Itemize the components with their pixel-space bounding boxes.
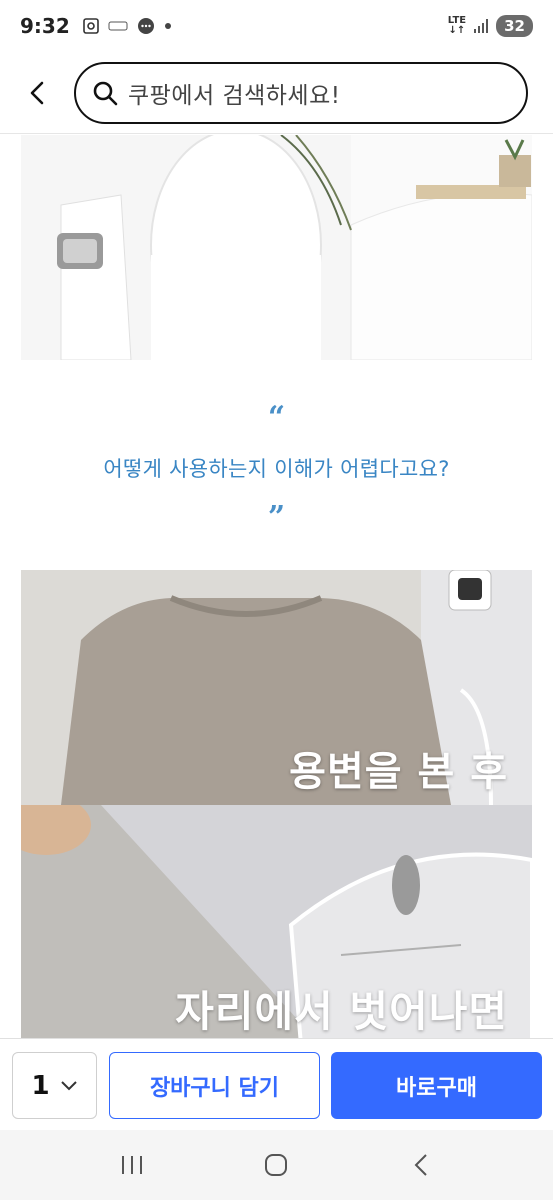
network-type-label: LTE ↓↑ bbox=[447, 15, 467, 36]
leave-seat-caption: 자리에서 벗어나면 bbox=[175, 987, 508, 1036]
system-back-button[interactable] bbox=[391, 1135, 451, 1195]
back-icon bbox=[414, 1154, 427, 1176]
status-right-icons: LTE ↓↑ 32 bbox=[448, 15, 533, 37]
quantity-value: 1 bbox=[31, 1070, 50, 1101]
quantity-select[interactable]: 1 bbox=[12, 1052, 97, 1119]
carrier-icon bbox=[108, 19, 128, 33]
signal-icon bbox=[472, 17, 490, 35]
add-to-cart-button[interactable]: 장바구니 담기 bbox=[109, 1052, 320, 1119]
after-use-caption: 용변을 본 후 bbox=[289, 749, 508, 795]
back-button[interactable] bbox=[8, 63, 68, 123]
purchase-bar: 1 장바구니 담기 바로구매 bbox=[0, 1038, 553, 1130]
home-icon bbox=[265, 1154, 288, 1176]
status-bar: 9:32 LTE ↓↑ 32 bbox=[0, 0, 553, 52]
status-time: 9:32 bbox=[20, 14, 70, 38]
recent-apps-icon bbox=[122, 1156, 143, 1174]
back-arrow-icon bbox=[30, 81, 44, 104]
home-button[interactable] bbox=[246, 1135, 306, 1195]
quote-open-mark: “ bbox=[267, 400, 286, 435]
product-image-after-use: 용변을 본 후 bbox=[21, 570, 532, 805]
search-placeholder: 쿠팡에서 검색하세요! bbox=[128, 82, 341, 109]
system-nav-bar bbox=[0, 1130, 553, 1200]
screenshot-icon bbox=[82, 17, 100, 35]
search-icon bbox=[93, 81, 118, 105]
search-input[interactable]: 쿠팡에서 검색하세요! bbox=[74, 61, 528, 124]
product-image-leave-seat: 자리에서 벗어나면 bbox=[21, 805, 532, 1038]
search-header: 쿠팡에서 검색하세요! bbox=[0, 52, 553, 134]
product-image-toilet-seat bbox=[21, 135, 532, 360]
chevron-down-icon bbox=[60, 1080, 77, 1090]
recent-apps-button[interactable] bbox=[102, 1135, 162, 1195]
status-notification-icons bbox=[82, 16, 172, 36]
dot-icon bbox=[164, 22, 172, 30]
product-detail-content[interactable]: “ 어떻게 사용하는지 이해가 어렵다고요? ” 용변을 본 후 자리에서 벗어… bbox=[0, 135, 553, 1038]
quote-close-mark: ” bbox=[267, 500, 286, 535]
buy-now-button[interactable]: 바로구매 bbox=[331, 1052, 542, 1119]
battery-icon: 32 bbox=[496, 15, 533, 37]
chat-icon bbox=[136, 16, 156, 36]
usage-question-text: 어떻게 사용하는지 이해가 어렵다고요? bbox=[103, 457, 450, 481]
